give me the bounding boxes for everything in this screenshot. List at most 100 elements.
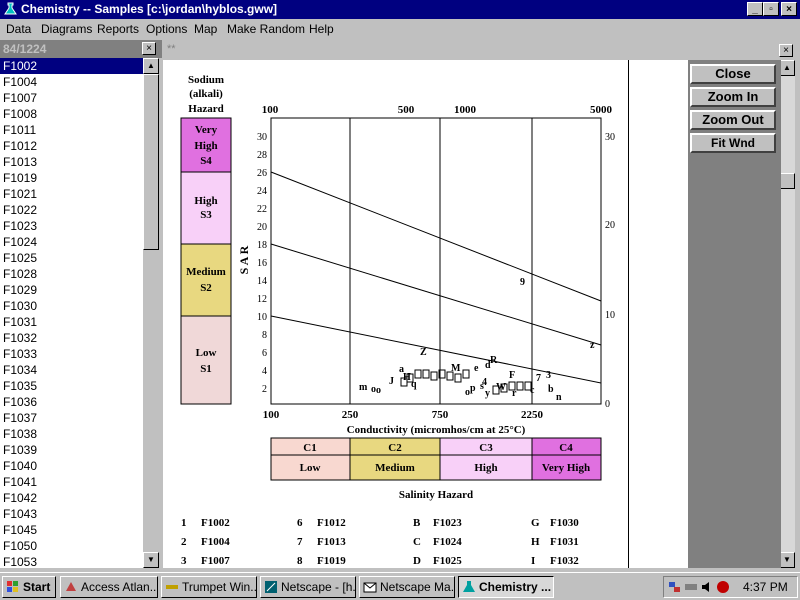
scroll-down-arrow-icon[interactable]: ▼: [779, 552, 795, 568]
sample-list-item[interactable]: F1034: [0, 362, 143, 378]
scroll-thumb[interactable]: [779, 173, 795, 189]
scroll-down-arrow-icon[interactable]: ▼: [143, 552, 159, 568]
sample-list-item[interactable]: F1050: [0, 538, 143, 554]
network-icon[interactable]: [668, 580, 682, 594]
scroll-up-arrow-icon[interactable]: ▲: [779, 60, 795, 76]
sample-point: q: [411, 379, 417, 390]
diagram-canvas-margin: [628, 60, 688, 568]
diagram-scrollbar[interactable]: ▲ ▼: [779, 60, 795, 568]
zoom-out-button[interactable]: Zoom Out: [690, 110, 776, 130]
sample-list-item[interactable]: F1004: [0, 74, 143, 90]
sample-list-item[interactable]: F1007: [0, 90, 143, 106]
task-chemistry[interactable]: Chemistry ...: [458, 576, 554, 598]
bottom-tick-750: 750: [432, 409, 449, 421]
diagram-window-header: ** ×: [163, 40, 800, 60]
sample-list-item[interactable]: F1022: [0, 202, 143, 218]
sample-point: F: [509, 370, 515, 381]
scroll-up-arrow-icon[interactable]: ▲: [143, 58, 159, 74]
task-access[interactable]: Access Atlan...: [60, 576, 158, 598]
legend-symbol: 3: [181, 555, 187, 567]
fit-window-button[interactable]: Fit Wnd: [690, 133, 776, 153]
menu-reports[interactable]: Reports: [97, 22, 139, 36]
chemistry-app-icon: [4, 2, 17, 15]
sample-list-item[interactable]: F1024: [0, 234, 143, 250]
start-button[interactable]: Start: [2, 576, 56, 598]
c2-code: C2: [388, 442, 402, 454]
window-title: Chemistry -- Samples [c:\jordan\hyblos.g…: [21, 2, 278, 16]
task-netscape-2[interactable]: Netscape Ma...: [359, 576, 455, 598]
y-tick: 2: [262, 384, 267, 395]
bottom-tick-100: 100: [263, 409, 280, 421]
sample-list-item[interactable]: F1019: [0, 170, 143, 186]
sample-list-item[interactable]: F1053: [0, 554, 143, 568]
menu-diagrams[interactable]: Diagrams: [41, 22, 92, 36]
close-button[interactable]: Close: [690, 64, 776, 84]
sample-list-item[interactable]: F1033: [0, 346, 143, 362]
sample-list-item[interactable]: F1008: [0, 106, 143, 122]
menu-make-random[interactable]: Make Random: [227, 22, 305, 36]
modem-icon[interactable]: [684, 580, 698, 594]
legend-symbol: I: [531, 555, 535, 567]
menu-options[interactable]: Options: [146, 22, 187, 36]
sample-list-item[interactable]: F1023: [0, 218, 143, 234]
salinity-title: Salinity Hazard: [399, 489, 473, 501]
sample-list-item[interactable]: F1040: [0, 458, 143, 474]
legend-sample-id: F1013: [317, 536, 346, 548]
sample-list[interactable]: F1002 F1004 F1007 F1008 F1011 F1012 F1013 F1019…: [0, 58, 143, 568]
chemistry-icon: [463, 581, 475, 592]
task-trumpet[interactable]: Trumpet Win...: [161, 576, 257, 598]
y-tick: 24: [257, 186, 267, 197]
legend-symbol: 7: [297, 536, 303, 548]
top-tick-5000: 5000: [590, 104, 613, 116]
sample-list-item[interactable]: F1042: [0, 490, 143, 506]
c1-name: Low: [300, 462, 321, 474]
sample-list-item[interactable]: F1025: [0, 250, 143, 266]
sample-list-item[interactable]: F1038: [0, 426, 143, 442]
sample-list-item[interactable]: F1043: [0, 506, 143, 522]
close-list-button[interactable]: ×: [142, 42, 156, 55]
zoom-in-button[interactable]: Zoom In: [690, 87, 776, 107]
sample-list-item[interactable]: F1045: [0, 522, 143, 538]
sample-list-item[interactable]: F1013: [0, 154, 143, 170]
sample-point: e: [474, 363, 479, 374]
volume-icon[interactable]: [700, 580, 714, 594]
sample-list-item[interactable]: F1028: [0, 266, 143, 282]
sample-list-item[interactable]: F1036: [0, 394, 143, 410]
close-window-button[interactable]: ×: [781, 2, 797, 16]
c4-name: Very High: [542, 462, 590, 474]
sample-list-item[interactable]: F1032: [0, 330, 143, 346]
maximize-button[interactable]: ▫: [763, 2, 779, 16]
menu-map[interactable]: Map: [194, 22, 217, 36]
sample-list-item[interactable]: F1041: [0, 474, 143, 490]
clock: 4:37 PM: [743, 580, 788, 594]
task-netscape-1[interactable]: Netscape - [h...: [260, 576, 356, 598]
sample-list-item[interactable]: F1029: [0, 282, 143, 298]
s2-line1: Medium: [186, 266, 226, 278]
list-scrollbar[interactable]: ▲ ▼: [143, 58, 159, 568]
legend-sample-id: F1004: [201, 536, 230, 548]
y-tick: 16: [257, 258, 267, 269]
diagram-canvas: Sodium (alkali) Hazard Very High S4 High…: [163, 60, 628, 568]
close-diagram-button[interactable]: ×: [779, 44, 793, 57]
menu-help[interactable]: Help: [309, 22, 334, 36]
scroll-thumb[interactable]: [143, 74, 159, 250]
legend-symbol: C: [413, 536, 421, 548]
menu-data[interactable]: Data: [6, 22, 31, 36]
sample-list-item[interactable]: F1031: [0, 314, 143, 330]
sample-list-item[interactable]: F1039: [0, 442, 143, 458]
sample-list-item[interactable]: F1012: [0, 138, 143, 154]
start-label: Start: [23, 580, 51, 594]
sample-list-item[interactable]: F1011: [0, 122, 143, 138]
sample-list-item[interactable]: F1035: [0, 378, 143, 394]
antivirus-icon[interactable]: [716, 580, 730, 594]
legend-sample-id: F1002: [201, 517, 230, 529]
sample-list-item[interactable]: F1030: [0, 298, 143, 314]
sample-list-item[interactable]: F1037: [0, 410, 143, 426]
s2-line2: S2: [200, 282, 212, 294]
right-tick-10: 10: [605, 310, 615, 321]
sample-point: Z: [420, 347, 427, 358]
salinity-sodium-diagram: Sodium (alkali) Hazard Very High S4 High…: [180, 74, 615, 567]
minimize-button[interactable]: _: [747, 2, 763, 16]
sample-list-item[interactable]: F1021: [0, 186, 143, 202]
sample-list-item[interactable]: F1002: [0, 58, 143, 74]
